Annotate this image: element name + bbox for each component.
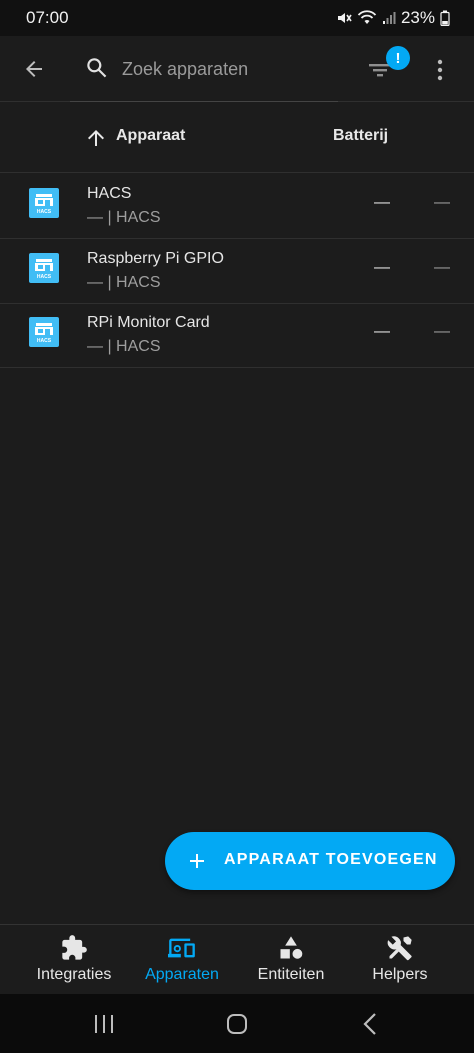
battery-percentage: 23% <box>400 8 435 27</box>
device-extra: — <box>434 259 450 276</box>
tools-icon <box>387 936 412 961</box>
nav-label: Integraties <box>36 966 112 983</box>
device-extra: — <box>434 194 450 211</box>
nav-integrations[interactable]: Integraties <box>19 925 129 995</box>
svg-text:HACS: HACS <box>37 274 52 280</box>
arrow-left-icon <box>26 61 42 77</box>
recent-apps-icon[interactable] <box>88 1008 120 1040</box>
status-icons: 23% <box>336 7 450 29</box>
devices-icon <box>168 938 195 958</box>
sort-ascending-icon[interactable] <box>84 126 108 150</box>
filter-badge: ! <box>386 46 410 70</box>
device-battery: — <box>374 194 390 211</box>
device-subtitle: — | HACS <box>87 338 161 355</box>
device-name: Raspberry Pi GPIO <box>87 250 224 267</box>
bottom-navigation: Integraties Apparaten Entiteiten Helpers <box>0 924 474 994</box>
nav-label: Helpers <box>372 966 428 983</box>
puzzle-icon <box>62 935 87 960</box>
status-time: 07:00 <box>26 8 69 27</box>
nav-label: Entiteiten <box>257 966 325 983</box>
search-bar <box>70 36 338 102</box>
overflow-menu-button[interactable] <box>426 54 454 86</box>
back-button[interactable] <box>16 51 52 87</box>
nav-label: Apparaten <box>145 966 219 983</box>
device-extra: — <box>434 323 450 340</box>
signal-icon <box>382 12 396 24</box>
search-icon <box>87 58 107 78</box>
add-device-button[interactable]: APPARAAT TOEVOEGEN <box>165 832 455 890</box>
battery-icon <box>440 10 450 26</box>
system-navigation-bar <box>0 994 474 1053</box>
devices-page: ! Apparaat Batterij HACS HACS <box>0 36 474 994</box>
svg-text:HACS: HACS <box>37 209 52 215</box>
svg-text:HACS: HACS <box>37 338 52 344</box>
column-header-name[interactable]: Apparaat <box>116 127 185 145</box>
hacs-logo-icon: HACS <box>29 188 59 218</box>
more-vertical-icon <box>437 59 443 81</box>
device-name: HACS <box>87 185 132 202</box>
table-row[interactable]: HACS RPi Monitor Card — | HACS — — <box>0 303 474 368</box>
device-subtitle: — | HACS <box>87 274 161 291</box>
search-input[interactable] <box>122 54 332 84</box>
device-battery: — <box>374 323 390 340</box>
table-header: Apparaat Batterij <box>0 102 474 173</box>
table-row[interactable]: HACS Raspberry Pi GPIO — | HACS — — <box>0 239 474 304</box>
shapes-icon <box>280 936 303 959</box>
status-bar: 07:00 23% <box>0 0 474 36</box>
nav-helpers[interactable]: Helpers <box>345 925 455 995</box>
hacs-logo-icon: HACS <box>29 317 59 347</box>
wifi-icon <box>357 10 377 24</box>
home-icon[interactable] <box>221 1008 253 1040</box>
plus-icon <box>190 854 204 868</box>
toolbar: ! <box>0 36 474 102</box>
device-battery: — <box>374 259 390 276</box>
add-device-label: APPARAAT TOEVOEGEN <box>224 851 438 868</box>
column-header-battery[interactable]: Batterij <box>333 127 388 145</box>
mute-icon <box>337 13 352 23</box>
hacs-logo-icon: HACS <box>29 253 59 283</box>
back-nav-icon[interactable] <box>355 1008 387 1040</box>
device-subtitle: — | HACS <box>87 209 161 226</box>
nav-devices[interactable]: Apparaten <box>127 925 237 995</box>
nav-entities[interactable]: Entiteiten <box>236 925 346 995</box>
table-row[interactable]: HACS HACS — | HACS — — <box>0 174 474 239</box>
device-name: RPi Monitor Card <box>87 314 210 331</box>
